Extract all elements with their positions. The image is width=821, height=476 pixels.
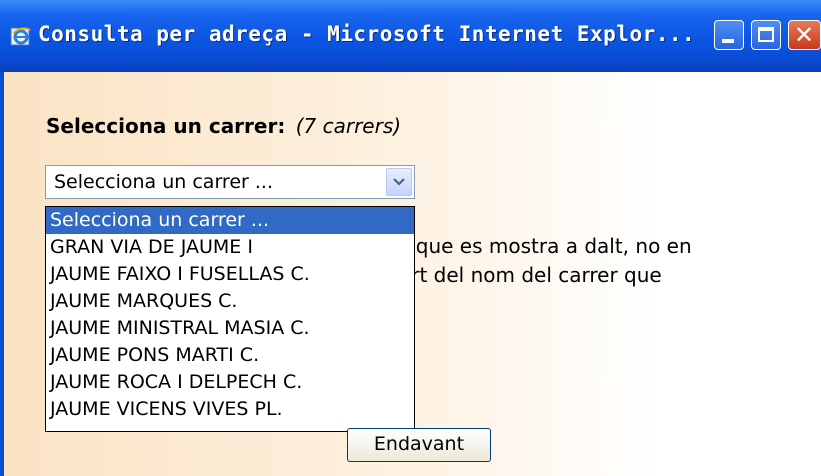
title-bar[interactable]: Consulta per adreça - Microsoft Internet… bbox=[0, 0, 821, 72]
heading-label: Selecciona un carrer: bbox=[46, 114, 286, 138]
window-title: Consulta per adreça - Microsoft Internet… bbox=[38, 22, 696, 46]
instruction-text-line-2: art del nom del carrer que bbox=[399, 263, 662, 287]
dropdown-option[interactable]: JAUME ROCA I DELPECH C. bbox=[46, 369, 414, 396]
dropdown-option[interactable]: JAUME MINISTRAL MASIA C. bbox=[46, 315, 414, 342]
close-button[interactable]: ✕ bbox=[788, 20, 821, 50]
street-count: (7 carrers) bbox=[295, 114, 402, 138]
minimize-button[interactable] bbox=[714, 20, 744, 50]
dropdown-option[interactable]: JAUME VICENS VIVES PL. bbox=[46, 396, 414, 423]
dropdown-option[interactable]: JAUME FAIXO I FUSELLAS C. bbox=[46, 261, 414, 288]
endavant-button[interactable]: Endavant bbox=[347, 428, 491, 462]
instruction-text-line-1: s que es mostra a dalt, no en bbox=[399, 234, 692, 258]
dropdown-option[interactable]: JAUME PONS MARTI C. bbox=[46, 342, 414, 369]
close-icon: ✕ bbox=[793, 21, 815, 49]
minimize-icon bbox=[722, 39, 734, 43]
page-content: Selecciona un carrer: (7 carrers) s que … bbox=[4, 72, 821, 476]
page-heading: Selecciona un carrer: (7 carrers) bbox=[46, 114, 401, 138]
chevron-down-icon bbox=[393, 178, 405, 186]
maximize-icon bbox=[758, 27, 774, 42]
browser-window: Consulta per adreça - Microsoft Internet… bbox=[0, 0, 821, 476]
select-value: Selecciona un carrer ... bbox=[54, 171, 273, 193]
dropdown-option[interactable]: JAUME MARQUES C. bbox=[46, 288, 414, 315]
street-dropdown-list[interactable]: Selecciona un carrer ... GRAN VIA DE JAU… bbox=[45, 206, 415, 432]
dropdown-arrow-button[interactable] bbox=[386, 168, 412, 196]
internet-explorer-icon bbox=[10, 25, 32, 47]
maximize-button[interactable] bbox=[751, 20, 781, 50]
dropdown-option[interactable]: GRAN VIA DE JAUME I bbox=[46, 234, 414, 261]
dropdown-option[interactable]: Selecciona un carrer ... bbox=[46, 207, 414, 234]
street-select[interactable]: Selecciona un carrer ... bbox=[45, 165, 415, 199]
